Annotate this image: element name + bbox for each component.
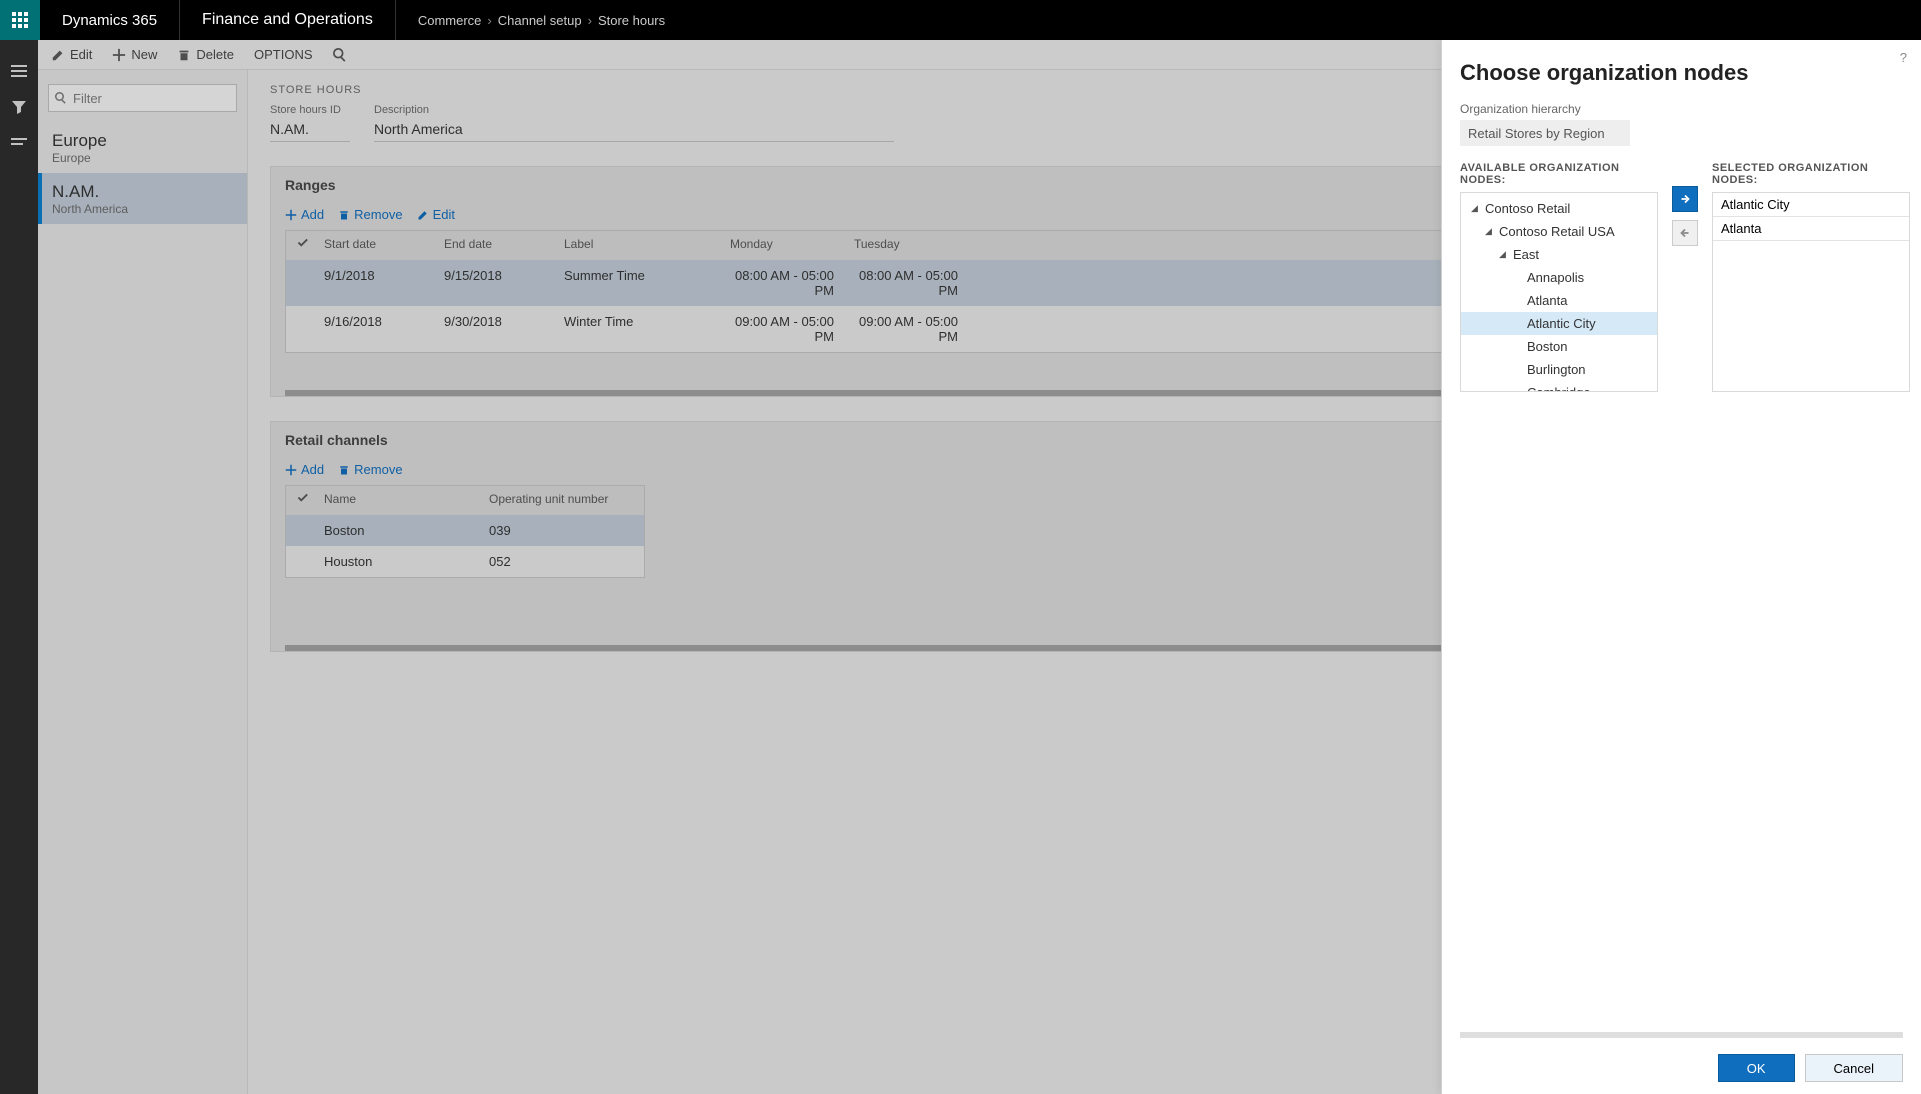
ranges-add-button[interactable]: Add — [285, 207, 324, 222]
ranges-remove-button[interactable]: Remove — [338, 207, 402, 222]
app-launcher-icon[interactable] — [0, 0, 40, 40]
hierarchy-input[interactable] — [1460, 120, 1630, 146]
tree-node[interactable]: Atlantic City — [1461, 312, 1657, 335]
list-item[interactable]: N.AM.North America — [38, 173, 247, 224]
list-item[interactable]: EuropeEurope — [38, 122, 247, 173]
tree-node[interactable]: Atlanta — [1461, 289, 1657, 312]
top-bar: Dynamics 365 Finance and Operations Comm… — [0, 0, 1921, 40]
selected-nodes-list[interactable]: Atlantic CityAtlanta — [1712, 192, 1910, 392]
ranges-edit-button[interactable]: Edit — [417, 207, 455, 222]
chevron-down-icon[interactable]: ◢ — [1471, 203, 1481, 214]
record-list-panel: Filter EuropeEuropeN.AM.North America — [38, 70, 248, 1094]
funnel-icon[interactable] — [0, 90, 38, 124]
col-start-date[interactable]: Start date — [314, 231, 434, 260]
col-end-date[interactable]: End date — [434, 231, 554, 260]
list-item-subtitle: North America — [52, 202, 233, 216]
delete-button[interactable]: Delete — [174, 43, 237, 66]
chevron-right-icon: › — [588, 13, 592, 28]
left-rail — [0, 40, 38, 1094]
chevron-down-icon[interactable]: ◢ — [1485, 226, 1495, 237]
tree-node[interactable]: ◢East — [1461, 243, 1657, 266]
breadcrumb-item[interactable]: Commerce — [418, 13, 482, 28]
tree-node[interactable]: Annapolis — [1461, 266, 1657, 289]
checkbox-column-header[interactable] — [286, 231, 314, 260]
breadcrumb-item[interactable]: Store hours — [598, 13, 665, 28]
available-nodes-label: AVAILABLE ORGANIZATION NODES: — [1460, 162, 1658, 186]
chevron-down-icon[interactable]: ◢ — [1499, 249, 1509, 260]
hierarchy-field-label: Organization hierarchy — [1460, 102, 1903, 116]
tree-node[interactable]: Cambridge — [1461, 381, 1657, 392]
options-button[interactable]: OPTIONS — [251, 43, 316, 66]
col-tuesday[interactable]: Tuesday — [844, 231, 968, 260]
brand-label[interactable]: Dynamics 365 — [40, 0, 180, 40]
col-label[interactable]: Label — [554, 231, 720, 260]
channels-remove-button[interactable]: Remove — [338, 462, 402, 477]
checkbox-column-header[interactable] — [286, 486, 314, 515]
col-monday[interactable]: Monday — [720, 231, 844, 260]
selected-node-row[interactable]: Atlanta — [1713, 217, 1909, 241]
ok-button[interactable]: OK — [1718, 1054, 1795, 1082]
dialog-title: Choose organization nodes — [1460, 60, 1903, 86]
col-name[interactable]: Name — [314, 486, 479, 515]
filter-input[interactable]: Filter — [48, 84, 237, 112]
lines-icon[interactable] — [0, 126, 38, 160]
cancel-button[interactable]: Cancel — [1805, 1054, 1903, 1082]
module-label[interactable]: Finance and Operations — [180, 0, 396, 40]
field-label-id: Store hours ID — [270, 104, 350, 116]
channels-add-button[interactable]: Add — [285, 462, 324, 477]
move-right-button[interactable] — [1672, 186, 1698, 212]
organization-nodes-dialog: ? Choose organization nodes Organization… — [1441, 40, 1921, 1094]
selected-node-row[interactable]: Atlantic City — [1713, 193, 1909, 217]
tree-node[interactable]: ◢Contoso Retail USA — [1461, 220, 1657, 243]
chevron-right-icon: › — [487, 13, 491, 28]
breadcrumb-item[interactable]: Channel setup — [498, 13, 582, 28]
list-item-subtitle: Europe — [52, 151, 233, 165]
filter-placeholder: Filter — [73, 91, 102, 106]
help-icon[interactable]: ? — [1900, 50, 1907, 65]
tree-node[interactable]: ◢Contoso Retail — [1461, 197, 1657, 220]
available-nodes-tree[interactable]: ◢Contoso Retail◢Contoso Retail USA◢EastA… — [1460, 192, 1658, 392]
hamburger-icon[interactable] — [0, 54, 38, 88]
table-row[interactable]: Houston052 — [286, 546, 644, 577]
list-item-title: N.AM. — [52, 182, 233, 202]
breadcrumb: Commerce › Channel setup › Store hours — [396, 13, 687, 28]
new-button[interactable]: New — [109, 43, 160, 66]
col-op-unit[interactable]: Operating unit number — [479, 486, 644, 515]
table-row[interactable]: Boston039 — [286, 515, 644, 546]
selected-nodes-label: SELECTED ORGANIZATION NODES: — [1712, 162, 1910, 186]
move-left-button[interactable] — [1672, 220, 1698, 246]
tree-node[interactable]: Burlington — [1461, 358, 1657, 381]
list-item-title: Europe — [52, 131, 233, 151]
field-value-id[interactable]: N.AM. — [270, 116, 350, 142]
tree-node[interactable]: Boston — [1461, 335, 1657, 358]
field-label-description: Description — [374, 104, 894, 116]
field-value-description[interactable]: North America — [374, 116, 894, 142]
edit-button[interactable]: Edit — [48, 43, 95, 66]
search-icon[interactable] — [330, 44, 350, 66]
